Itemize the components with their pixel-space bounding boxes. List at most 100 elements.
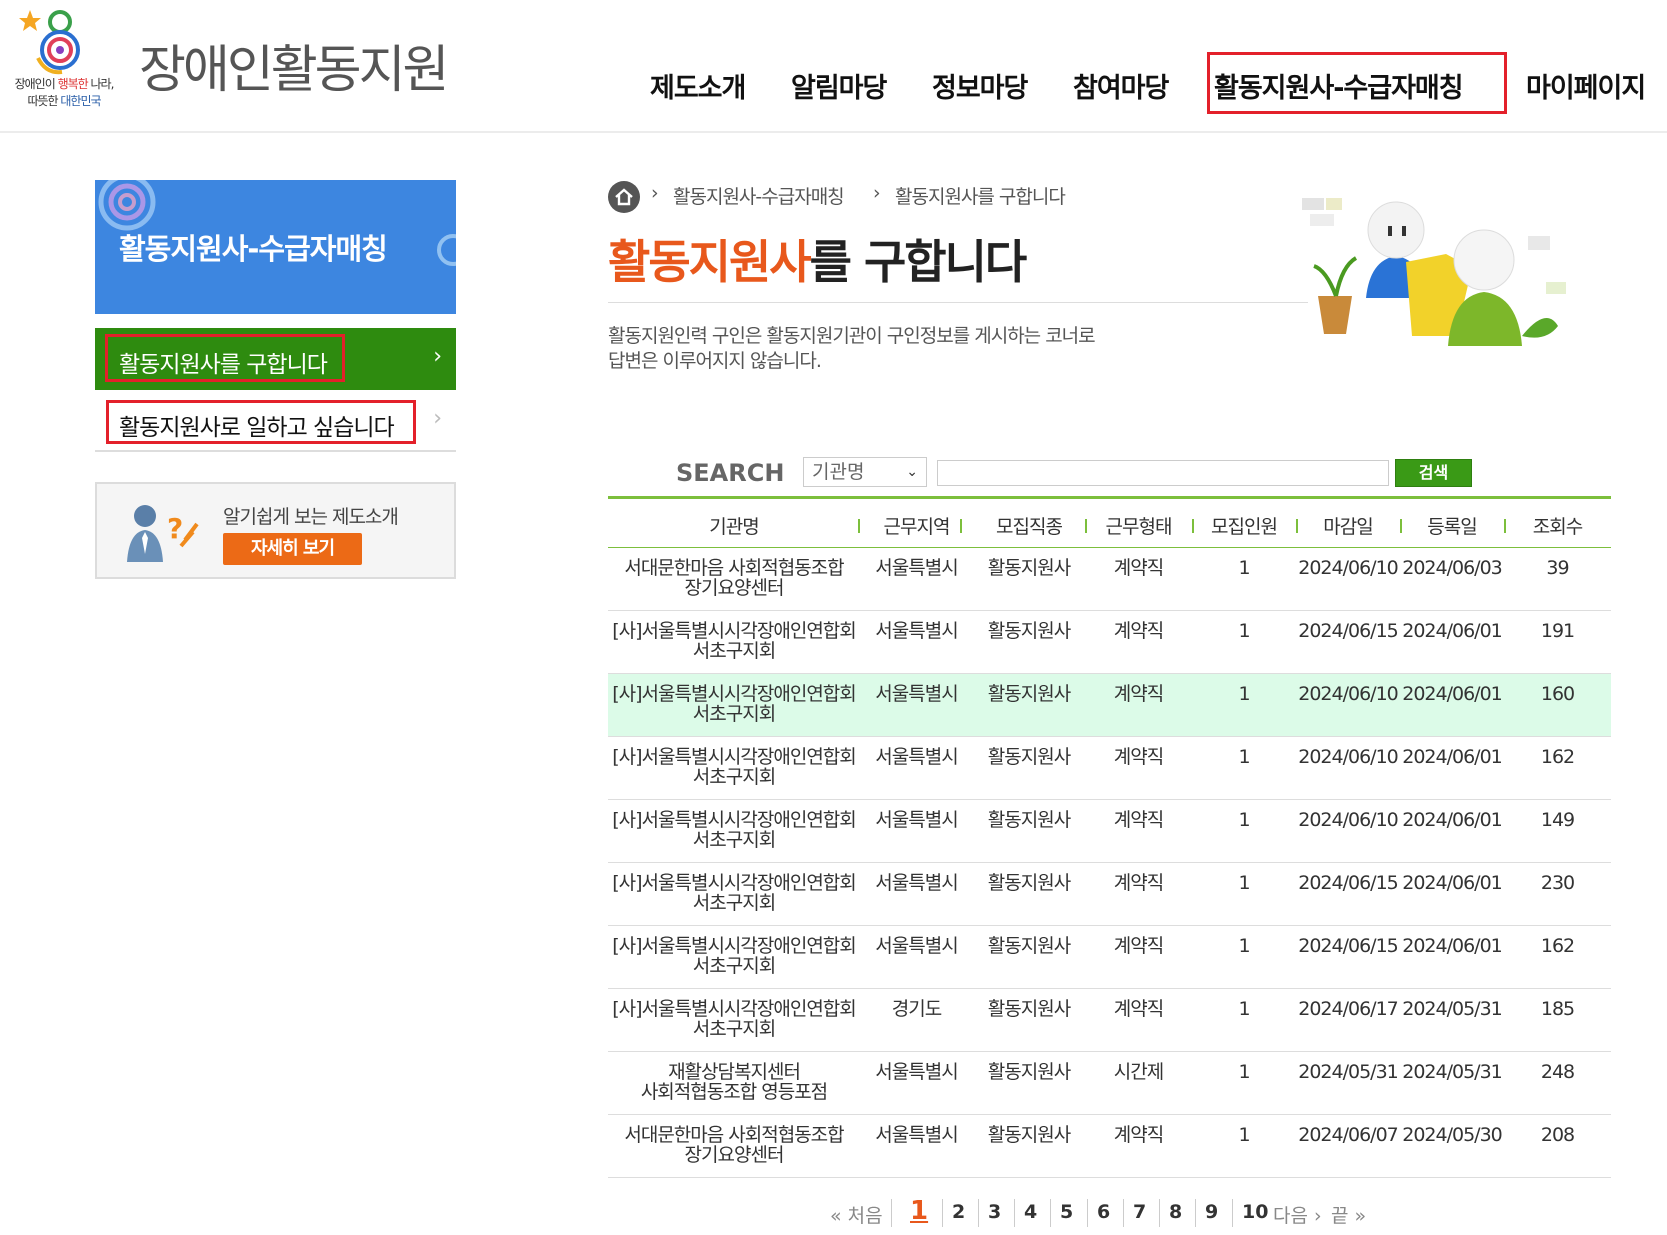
col-header-type: 근무형태 — [1105, 516, 1173, 538]
cell-region: 서울특별시 — [875, 809, 958, 831]
cell-region: 서울특별시 — [875, 557, 958, 579]
cell-org[interactable]: [사]서울특별시시각장애인연합회 서초구지회 — [608, 810, 860, 850]
cell-deadline: 2024/06/10 — [1298, 683, 1399, 705]
cell-type: 계약직 — [1113, 683, 1164, 705]
last-page-link[interactable]: 끝 » — [1331, 1201, 1366, 1228]
table-row[interactable]: [사]서울특별시시각장애인연합회 서초구지회 경기도 활동지원사 계약직 1 2024/0… — [608, 989, 1611, 1052]
cell-deadline: 2024/06/07 — [1298, 1124, 1399, 1146]
page-link[interactable]: 9 — [1205, 1201, 1218, 1223]
cell-count: 1 — [1238, 1124, 1250, 1146]
table-row[interactable]: 서대문한마음 사회적협동조합 장기요양센터 서울특별시 활동지원사 계약직 1 2024/… — [608, 1115, 1611, 1178]
cell-views: 208 — [1540, 1124, 1575, 1146]
page-link[interactable]: 6 — [1097, 1201, 1110, 1223]
cell-job: 활동지원사 — [987, 746, 1071, 768]
page-link[interactable]: 4 — [1024, 1201, 1037, 1223]
breadcrumb-separator-icon: › — [873, 182, 881, 204]
table-row[interactable]: 재활상담복지센터 사회적협동조합 영등포점 서울특별시 활동지원사 시간제 1 2024/… — [608, 1052, 1611, 1115]
table-row[interactable]: 서대문한마음 사회적협동조합 장기요양센터 서울특별시 활동지원사 계약직 1 2024/… — [608, 548, 1611, 611]
table-row[interactable]: [사]서울특별시시각장애인연합회 서초구지회 서울특별시 활동지원사 계약직 1 2024… — [608, 737, 1611, 800]
cell-org[interactable]: [사]서울특별시시각장애인연합회 서초구지회 — [608, 621, 860, 661]
cell-count: 1 — [1238, 683, 1250, 705]
page-link[interactable]: 5 — [1060, 1201, 1073, 1223]
col-header-registered: 등록일 — [1427, 516, 1477, 538]
cell-registered: 2024/06/01 — [1402, 935, 1503, 957]
cell-org[interactable]: 서대문한마음 사회적협동조합 장기요양센터 — [608, 558, 860, 598]
guide-banner: ? 알기쉽게 보는 제도소개 자세히 보기 — [95, 482, 456, 579]
page-link[interactable]: 10 — [1242, 1201, 1268, 1223]
page-link[interactable]: 7 — [1133, 1201, 1146, 1223]
search-input[interactable] — [937, 460, 1389, 486]
cell-org[interactable]: [사]서울특별시시각장애인연합회 서초구지회 — [608, 747, 860, 787]
cell-org[interactable]: [사]서울특별시시각장애인연합회 서초구지회 — [608, 873, 860, 913]
breadcrumb-item-matching[interactable]: 활동지원사-수급자매칭 — [673, 182, 845, 214]
home-icon[interactable] — [607, 180, 641, 214]
cell-org[interactable]: 재활상담복지센터 사회적협동조합 영등포점 — [608, 1062, 860, 1102]
cell-count: 1 — [1238, 1061, 1250, 1083]
pager-divider — [1050, 1199, 1051, 1227]
cell-org[interactable]: 서대문한마음 사회적협동조합 장기요양센터 — [608, 1125, 860, 1165]
cell-count: 1 — [1238, 935, 1250, 957]
cell-views: 39 — [1546, 557, 1569, 579]
table-row[interactable]: [사]서울특별시시각장애인연합회 서초구지회 서울특별시 활동지원사 계약직 1 2024… — [608, 863, 1611, 926]
cell-region: 서울특별시 — [875, 872, 958, 894]
next-page-link[interactable]: 다음 › — [1273, 1201, 1322, 1228]
cell-views: 185 — [1540, 998, 1575, 1020]
cell-region: 서울특별시 — [875, 1061, 958, 1083]
cell-views: 160 — [1540, 683, 1575, 705]
guide-detail-button[interactable]: 자세히 보기 — [223, 533, 362, 565]
nav-item-system-intro[interactable]: 제도소개 — [650, 66, 746, 105]
sidebar-item-want-to-work[interactable]: 활동지원사로 일하고 싶습니다 › — [95, 396, 456, 452]
cell-org[interactable]: [사]서울특별시시각장애인연합회 서초구지회 — [608, 684, 860, 724]
swirl-small-icon — [437, 234, 456, 266]
pager-divider — [891, 1199, 892, 1227]
cell-deadline: 2024/06/15 — [1298, 620, 1399, 642]
cell-deadline: 2024/06/10 — [1298, 809, 1399, 831]
site-title[interactable]: 장애인활동지원 — [139, 28, 449, 102]
cell-registered: 2024/05/30 — [1402, 1124, 1503, 1146]
nav-item-participation[interactable]: 참여마당 — [1073, 66, 1169, 105]
first-page-link[interactable]: « 처음 — [830, 1201, 883, 1228]
cell-deadline: 2024/06/17 — [1298, 998, 1399, 1020]
page-link[interactable]: 3 — [988, 1201, 1001, 1223]
page-link[interactable]: 2 — [952, 1201, 965, 1223]
cell-registered: 2024/05/31 — [1402, 998, 1503, 1020]
cell-deadline: 2024/06/15 — [1298, 872, 1399, 894]
cell-deadline: 2024/06/15 — [1298, 935, 1399, 957]
nav-highlight-box — [1207, 52, 1507, 114]
divider — [608, 302, 1308, 303]
nav-item-notice[interactable]: 알림마당 — [791, 66, 887, 105]
cell-type: 시간제 — [1113, 1061, 1164, 1083]
pager-divider — [1232, 1199, 1233, 1227]
cell-org[interactable]: [사]서울특별시시각장애인연합회 서초구지회 — [608, 936, 860, 976]
cell-views: 149 — [1540, 809, 1575, 831]
page-description: 활동지원인력 구인은 활동지원기관이 구인정보를 게시하는 코너로 답변은 이루… — [608, 325, 1096, 372]
cell-type: 계약직 — [1113, 935, 1164, 957]
cell-org[interactable]: [사]서울특별시시각장애인연합회 서초구지회 — [608, 999, 860, 1039]
cell-type: 계약직 — [1113, 620, 1164, 642]
nav-item-mypage[interactable]: 마이페이지 — [1526, 66, 1646, 105]
table-row[interactable]: [사]서울특별시시각장애인연합회 서초구지회 서울특별시 활동지원사 계약직 1 2024… — [608, 926, 1611, 989]
pager-divider — [1159, 1199, 1160, 1227]
cell-region: 경기도 — [891, 998, 942, 1020]
cell-type: 계약직 — [1113, 998, 1164, 1020]
cell-region: 서울특별시 — [875, 620, 958, 642]
page-link[interactable]: 8 — [1169, 1201, 1182, 1223]
pager-divider — [1014, 1199, 1015, 1227]
sidebar-title-banner: 활동지원사-수급자매칭 — [95, 180, 456, 314]
table-row[interactable]: [사]서울특별시시각장애인연합회 서초구지회 서울특별시 활동지원사 계약직 1 2024… — [608, 674, 1611, 737]
table-row[interactable]: [사]서울특별시시각장애인연합회 서초구지회 서울특별시 활동지원사 계약직 1 2024… — [608, 611, 1611, 674]
search-field-select[interactable]: 기관명 ⌄ — [803, 457, 927, 487]
col-header-job: 모집직종 — [996, 516, 1063, 538]
cell-region: 서울특별시 — [875, 683, 958, 705]
sidebar-item-recruit-helper[interactable]: 활동지원사를 구합니다 › — [95, 328, 456, 390]
table-row[interactable]: [사]서울특별시시각장애인연합회 서초구지회 서울특별시 활동지원사 계약직 1 2024… — [608, 800, 1611, 863]
pager-divider — [1123, 1199, 1124, 1227]
search-button[interactable]: 검색 — [1395, 459, 1472, 487]
cell-views: 162 — [1540, 746, 1575, 768]
search-label: SEARCH — [676, 459, 785, 487]
page-link-current[interactable]: 1 — [910, 1196, 928, 1226]
nav-item-info[interactable]: 정보마당 — [932, 66, 1028, 105]
cell-registered: 2024/06/01 — [1402, 620, 1503, 642]
cell-job: 활동지원사 — [987, 935, 1071, 957]
logo-icon[interactable] — [16, 8, 86, 78]
